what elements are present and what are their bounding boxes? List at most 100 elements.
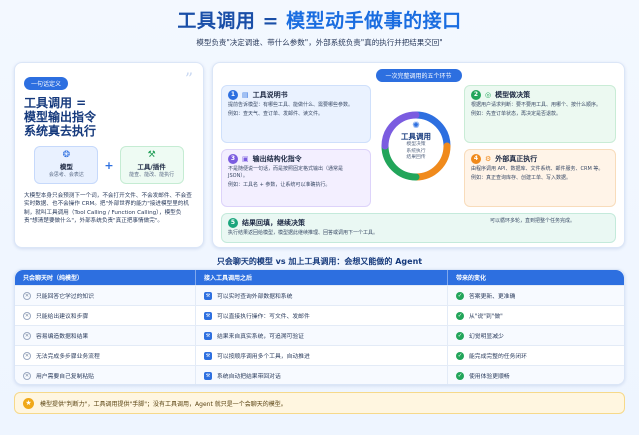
page-subtitle: 模型负责"决定调谁、带什么参数"，外部系统负责"真的执行并把结果交回" xyxy=(196,38,443,47)
definition-paragraph: 大模型本身只会预测下一个词，不会打开文件、不会发邮件、不会查实时数据、也不会操作… xyxy=(24,193,192,225)
tool-icon: ⚒ xyxy=(204,311,212,320)
cell-change: 从"说"到"做" xyxy=(469,314,503,320)
definition-heading-line-2: 模型输出指令 xyxy=(24,110,97,124)
table-row: ✕ 无法完成多步骤业务流程 ⚒ 可以按顺序调用多个工具，自动推进 ✓ 能完成完整的任务… xyxy=(15,345,624,365)
step-desc: 提前告诉模型：有哪些工具、能做什么、需要哪些参数。 xyxy=(228,102,354,108)
cross-icon: ✕ xyxy=(23,371,31,380)
step-example: 例如：真正查询库存、创建工单、写入数据。 xyxy=(471,175,572,181)
step-number: 1 xyxy=(228,90,238,100)
step-title: 外部真正执行 xyxy=(495,155,538,163)
cell-chat-only: 只能回答它学过的知识 xyxy=(36,294,94,300)
cell-change: 使用体验更顺畅 xyxy=(469,374,510,380)
cell-chat-only: 无法完成多步骤业务流程 xyxy=(36,354,100,360)
header: 工具调用 = 模型动手做事的接口 模型负责"决定调谁、带什么参数"，外部系统负责… xyxy=(0,6,639,48)
definition-heading: 工具调用 = 模型输出指令 系统真去执行 xyxy=(24,96,194,138)
code-icon: ▣ xyxy=(242,155,249,163)
step-example: 例如：查天气、查订单、发邮件、读文件。 xyxy=(228,111,324,117)
step-example: 例如：先查订单状态，再决定是否退款。 xyxy=(471,111,562,117)
plus-icon: + xyxy=(104,158,114,172)
summary-banner: ★ 模型提供"判断力"，工具调用提供"手脚"；没有工具调用，Agent 就只是一… xyxy=(14,392,625,414)
check-icon: ✓ xyxy=(456,311,464,320)
step-number: 2 xyxy=(471,90,481,100)
cycle-sub-3: 结果回传 xyxy=(406,155,426,160)
step-tool-manual: 1 ▤ 工具说明书 提前告诉模型：有哪些工具、能做什么、需要哪些参数。 例如：查… xyxy=(221,85,371,143)
step-title: 工具说明书 xyxy=(252,91,288,99)
definition-badge: 一句话定义 xyxy=(24,77,69,90)
model-box: ❂ 模型 会思考、会表达 xyxy=(34,146,99,184)
cell-with-tools: 可以实时查询外部数据和系统 xyxy=(217,294,293,300)
model-sub: 会思考、会表达 xyxy=(48,172,84,178)
header-chat-only: 只会聊天时（纯模型） xyxy=(23,275,84,282)
check-icon: ✓ xyxy=(456,331,464,340)
step-title: 输出结构化指令 xyxy=(252,155,302,163)
check-icon: ✓ xyxy=(456,371,464,380)
table-body: ✕ 只能回答它学过的知识 ⚒ 可以实时查询外部数据和系统 ✓ 答案更新、更准确 ✕ 只能… xyxy=(15,285,624,384)
page-title: 工具调用 = 模型动手做事的接口 xyxy=(0,6,639,33)
gear-icon: ⚙ xyxy=(485,155,492,163)
tool-icon: ⚒ xyxy=(204,371,212,380)
process-badge: 一次完整调用的五个环节 xyxy=(375,69,462,82)
wrench-icon: ⚒ xyxy=(147,150,156,160)
step-model-decision: 2 ◎ 模型做决策 根据用户请求判断：要不要用工具、用哪个、按什么顺序。 例如：… xyxy=(464,85,616,143)
table-header: 只会聊天时（纯模型） 接入工具调用之后 带来的变化 xyxy=(15,270,624,285)
comparison-title: 只会聊天的模型 vs 加上工具调用：会想又能做的 Agent xyxy=(216,257,423,266)
step-desc: 执行结果返回给模型，模型据此继续推理、回答或调用下一个工具。 xyxy=(228,230,379,236)
cycle-title: 工具调用 xyxy=(401,132,431,141)
header-change: 带来的变化 xyxy=(447,270,624,285)
cell-chat-only: 只能给出建议和步骤 xyxy=(36,314,89,320)
cell-with-tools: 结果来自真实系统，可追溯可验证 xyxy=(217,334,304,340)
step-number: 4 xyxy=(471,154,481,164)
step-example: 可以循环多轮，直到把整个任务完成。 xyxy=(490,218,576,224)
cell-change: 答案更新、更准确 xyxy=(469,294,516,300)
star-icon: ★ xyxy=(23,397,34,409)
step-number: 5 xyxy=(228,218,238,228)
cell-chat-only: 容易编造数据和结果 xyxy=(36,334,89,340)
book-icon: ▤ xyxy=(242,91,249,99)
title-part-a: 工具调用 = xyxy=(177,10,287,32)
comparison-table: 只会聊天时（纯模型） 接入工具调用之后 带来的变化 ✕ 只能回答它学过的知识 ⚒ 可… xyxy=(14,269,625,385)
step-title: 模型做决策 xyxy=(495,91,531,99)
table-row: ✕ 只能给出建议和步骤 ⚒ 可以直接执行操作：写文件、发邮件 ✓ 从"说"到"做" xyxy=(15,305,624,325)
title-part-b: 模型动手做事的接口 xyxy=(286,10,462,32)
model-name: 模型 xyxy=(59,163,73,171)
definition-card: 一句话定义 ” 工具调用 = 模型输出指令 系统真去执行 ❂ 模型 会思考、会表… xyxy=(14,62,204,248)
brain-icon: ❂ xyxy=(62,150,71,160)
cell-chat-only: 用户需要自己复制粘贴 xyxy=(36,374,94,380)
step-structured-output: 3 ▣ 输出结构化指令 不是随便说一句话，而是按照固定格式输出（通常是 JSON… xyxy=(221,149,371,207)
tool-icon: ⚒ xyxy=(204,351,212,360)
cell-change: 幻觉明显减少 xyxy=(469,334,504,340)
tool-name: 工具/插件 xyxy=(137,163,166,171)
cell-with-tools: 系统自动把结果带回对话 xyxy=(217,374,281,380)
table-row: ✕ 只能回答它学过的知识 ⚒ 可以实时查询外部数据和系统 ✓ 答案更新、更准确 xyxy=(15,285,624,305)
step-number: 3 xyxy=(228,154,238,164)
cycle-center: ✺ 工具调用 模型决策 系统执行 结果回传 xyxy=(379,121,453,162)
definition-heading-line-1: 工具调用 = xyxy=(24,96,87,110)
check-icon: ✓ xyxy=(456,291,464,300)
cross-icon: ✕ xyxy=(23,291,31,300)
definition-heading-line-3: 系统真去执行 xyxy=(24,124,97,138)
step-title: 结果回填，继续决策 xyxy=(242,219,305,227)
sparkle-icon: ✺ xyxy=(412,121,420,131)
summary-text: 模型提供"判断力"，工具调用提供"手脚"；没有工具调用，Agent 就只是一个会… xyxy=(40,400,287,408)
check-icon: ✓ xyxy=(456,351,464,360)
step-desc: 由程序调用 API、数据库、文件系统、邮件服务、CRM 等。 xyxy=(471,166,604,172)
cycle-ring: ✺ 工具调用 模型决策 系统执行 结果回传 xyxy=(379,101,453,191)
tool-icon: ⚒ xyxy=(204,331,212,340)
step-result-feedback: 5 结果回填，继续决策 执行结果返回给模型，模型据此继续推理、回答或调用下一个工… xyxy=(221,213,616,243)
table-row: ✕ 容易编造数据和结果 ⚒ 结果来自真实系统，可追溯可验证 ✓ 幻觉明显减少 xyxy=(15,325,624,345)
header-with-tools: 接入工具调用之后 xyxy=(195,270,447,285)
tool-box: ⚒ 工具/插件 能查、能改、能执行 xyxy=(119,146,184,184)
cross-icon: ✕ xyxy=(23,331,31,340)
target-icon: ◎ xyxy=(485,91,492,99)
cross-icon: ✕ xyxy=(23,351,31,360)
step-external-execution: 4 ⚙ 外部真正执行 由程序调用 API、数据库、文件系统、邮件服务、CRM 等… xyxy=(464,149,616,207)
step-desc: 根据用户请求判断：要不要用工具、用哪个、按什么顺序。 xyxy=(471,102,602,108)
cross-icon: ✕ xyxy=(23,311,31,320)
quote-icon: ” xyxy=(184,69,193,88)
cell-with-tools: 可以按顺序调用多个工具，自动推进 xyxy=(217,354,310,360)
model-plus-tool-formula: ❂ 模型 会思考、会表达 + ⚒ 工具/插件 能查、能改、能执行 xyxy=(24,146,194,184)
step-desc: 不是随便说一句话，而是按照固定格式输出（通常是 JSON）。 xyxy=(228,166,344,179)
cell-with-tools: 可以直接执行操作：写文件、发邮件 xyxy=(217,314,310,320)
cell-change: 能完成完整的任务闭环 xyxy=(469,354,527,360)
process-card: 一次完整调用的五个环节 1 ▤ 工具说明书 提前告诉模型：有哪些工具、能做什么、… xyxy=(212,62,625,248)
